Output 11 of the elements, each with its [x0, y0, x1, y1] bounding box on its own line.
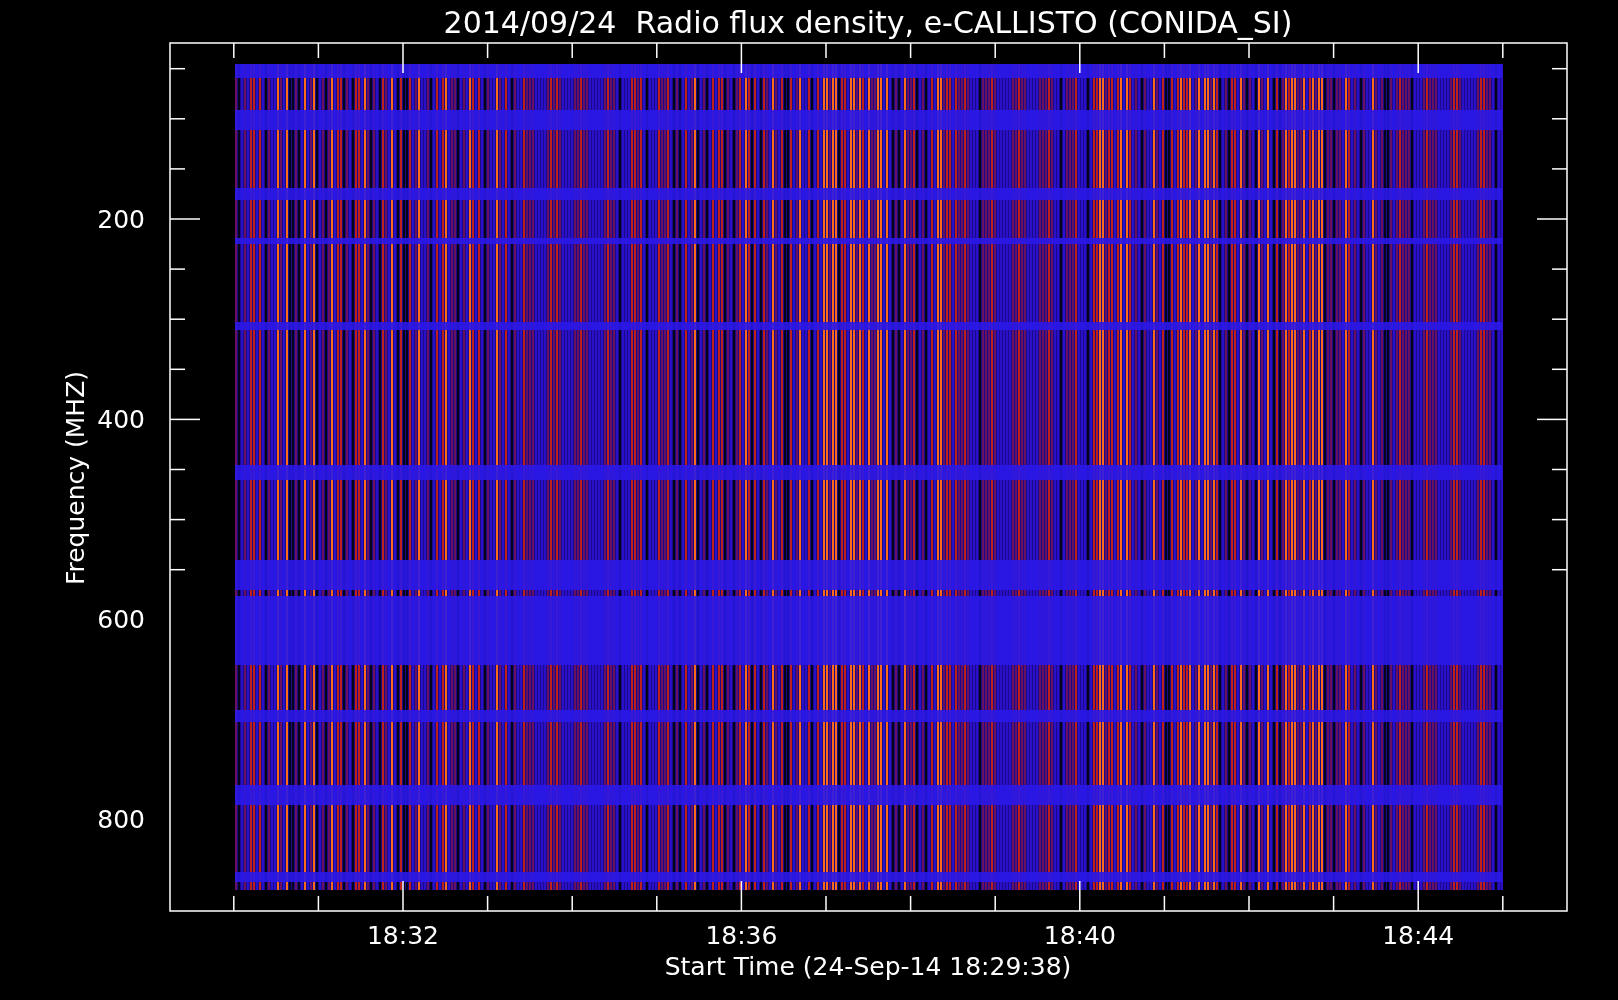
tick-label: 400: [97, 405, 145, 435]
tick-label: 600: [97, 605, 145, 635]
tick-label: 18:44: [1382, 921, 1455, 950]
axis-title: Frequency (MHZ): [61, 370, 90, 586]
tick-label: 18:40: [1043, 921, 1116, 950]
chart-title: 2014/09/24 Radio flux density, e-CALLISTO (CONIDA_SI): [443, 5, 1293, 40]
axis-title: Start Time (24-Sep-14 18:29:38): [664, 952, 1072, 981]
tick-label: 800: [97, 805, 145, 835]
tick-label: 18:32: [367, 921, 439, 950]
tick-label: 18:36: [705, 921, 778, 950]
tick-label: 200: [97, 205, 145, 234]
